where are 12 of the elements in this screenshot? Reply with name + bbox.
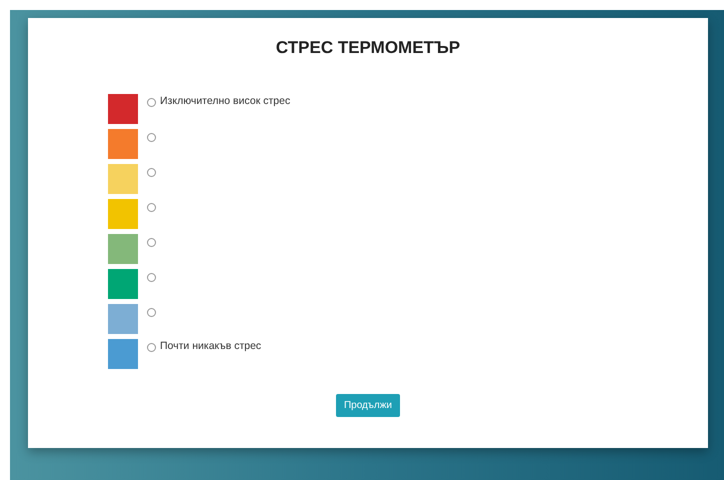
option-label: Изключително висок стрес: [160, 94, 290, 109]
option-label: Почти никакъв стрес: [160, 339, 262, 354]
radio-button[interactable]: [147, 343, 156, 352]
radio-button[interactable]: [147, 308, 156, 317]
radio-button[interactable]: [147, 133, 156, 142]
radio-button[interactable]: [147, 168, 156, 177]
page-title: СТРЕС ТЕРМОМЕТЪР: [274, 38, 462, 58]
radio-button[interactable]: [147, 273, 156, 282]
radio-button[interactable]: [147, 98, 156, 107]
radio-button[interactable]: [147, 238, 156, 247]
radio-button[interactable]: [147, 203, 156, 212]
continue-button[interactable]: Продължи: [336, 394, 400, 417]
